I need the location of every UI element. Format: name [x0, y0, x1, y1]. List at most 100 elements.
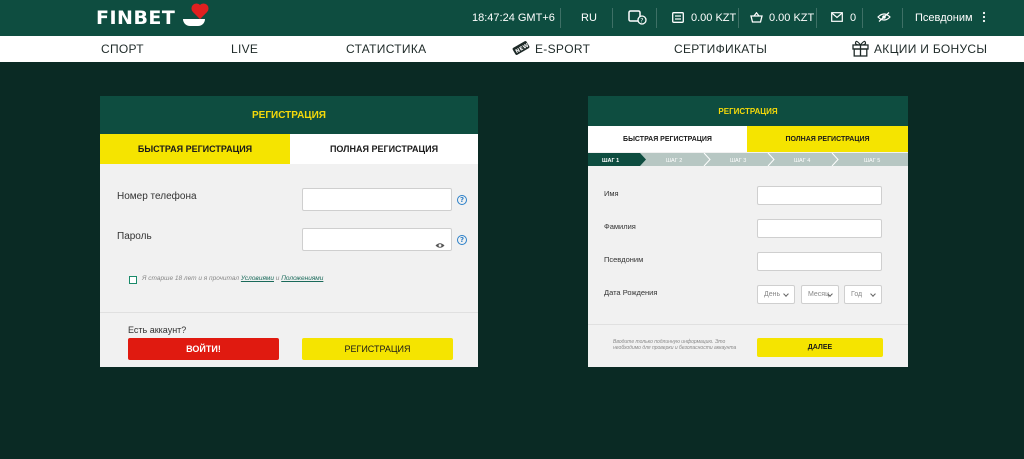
dob-year-select[interactable]: Год	[844, 285, 882, 304]
full-registration-card: Регистрация Быстрая регистрация Полная р…	[588, 96, 908, 367]
main-nav: Спорт LIVE Статистика NEW E-SPORT Сертиф…	[0, 36, 1024, 62]
mail-icon	[831, 12, 845, 24]
step-5: ШАГ 5	[864, 158, 880, 164]
step-3: ШАГ 3	[730, 158, 746, 164]
step-progress-bar: ШАГ 1 ШАГ 2 ШАГ 3 ШАГ 4 ШАГ 5	[588, 153, 908, 166]
clock: 18:47:24 GMT+6	[472, 0, 555, 36]
wallet-refresh-icon: ?	[628, 9, 648, 28]
balance-main-value: 0.00 KZT	[691, 12, 737, 24]
basket-icon	[750, 11, 764, 24]
clock-text: 18:47:24 GMT+6	[472, 12, 555, 24]
divider	[862, 8, 863, 28]
nav-item-live[interactable]: LIVE	[231, 36, 258, 62]
username: Псевдоним	[915, 12, 973, 24]
terms-link[interactable]: Условиями	[241, 275, 274, 282]
nav-item-label: LIVE	[231, 42, 259, 56]
divider	[612, 8, 613, 28]
conditions-link[interactable]: Положениями	[281, 275, 323, 282]
divider	[560, 8, 561, 28]
nickname-input[interactable]	[757, 252, 882, 271]
chevron-down-icon	[870, 291, 876, 297]
tab-label: Быстрая регистрация	[623, 135, 712, 143]
nav-item-certificates[interactable]: Сертификаты	[674, 36, 767, 62]
gift-icon	[851, 39, 870, 60]
new-badge-icon: NEW	[512, 40, 530, 59]
tab-label: Полная регистрация	[329, 144, 439, 154]
agree-text: Я старше 18 лет и я прочитал Условиями и…	[142, 275, 323, 282]
divider	[588, 324, 908, 325]
balance-bonus[interactable]: 0.00 KZT	[750, 0, 814, 36]
divider	[100, 312, 478, 313]
balance-main[interactable]: 0.00 KZT	[672, 0, 736, 36]
card-title-text: Регистрация	[252, 109, 326, 121]
step-2: ШАГ 2	[666, 158, 682, 164]
info-note: Вводите только подлинную информацию. Это…	[613, 339, 737, 351]
name-label: Имя	[604, 189, 619, 198]
tab-label: Быстрая регистрация	[137, 144, 253, 154]
step-4: ШАГ 4	[794, 158, 810, 164]
eye-off-icon	[877, 11, 891, 25]
chevron-down-icon	[783, 291, 789, 297]
card-title: Регистрация	[100, 96, 478, 134]
nav-item-label: Сертификаты	[674, 42, 768, 56]
dob-month-select[interactable]: Месяц	[801, 285, 839, 304]
nav-item-promotions[interactable]: Акции и бонусы	[851, 36, 987, 62]
logo[interactable]: FINBET	[96, 4, 211, 30]
dob-year-value: Год	[851, 291, 863, 298]
hide-balance-button[interactable]	[877, 0, 891, 36]
nickname-label: Псевдоним	[604, 255, 644, 264]
divider	[902, 8, 903, 28]
dob-label: Дата Рождения	[604, 288, 658, 297]
divider	[656, 8, 657, 28]
nav-item-statistics[interactable]: Статистика	[346, 36, 426, 62]
password-help-icon[interactable]: ?	[457, 235, 467, 245]
step-1: ШАГ 1	[602, 158, 619, 164]
nav-item-label: Спорт	[101, 42, 144, 56]
tab-full-registration[interactable]: Полная регистрация	[747, 126, 908, 152]
nav-item-sport[interactable]: Спорт	[101, 36, 144, 62]
dob-day-value: День	[764, 291, 781, 298]
messages-button[interactable]: 0	[831, 0, 856, 36]
divider	[738, 8, 739, 28]
language-selector[interactable]: RU	[581, 0, 597, 36]
agree-text-part: Я старше 18 лет и я прочитал	[142, 275, 241, 282]
next-button[interactable]: Далее	[757, 338, 883, 357]
top-bar: FINBET 18:47:24 GMT+6 RU ? 0.00 KZT 0.00…	[0, 0, 1024, 36]
nav-item-esport[interactable]: NEW E-SPORT	[512, 36, 590, 62]
dob-month-value: Месяц	[808, 291, 830, 298]
divider	[816, 8, 817, 28]
heart-hand-icon	[181, 4, 211, 29]
nav-item-label: Акции и бонусы	[874, 42, 988, 56]
register-button[interactable]: Регистрация	[302, 338, 453, 360]
messages-count: 0	[850, 12, 857, 24]
phone-help-icon[interactable]: ?	[457, 195, 467, 205]
balance-bonus-value: 0.00 KZT	[769, 12, 815, 24]
password-input[interactable]	[302, 228, 452, 251]
dob-day-select[interactable]: День	[757, 285, 795, 304]
register-button-label: Регистрация	[344, 344, 411, 354]
login-button[interactable]: Войти!	[128, 338, 279, 360]
card-title-text: Регистрация	[718, 106, 778, 116]
esport-badge-text: NEW	[515, 42, 530, 54]
have-account-label: Есть аккаунт?	[128, 325, 187, 335]
nav-item-label: Статистика	[346, 42, 427, 56]
phone-label: Номер телефона	[117, 191, 197, 202]
next-button-label: Далее	[807, 344, 833, 351]
deposit-button[interactable]: ?	[628, 0, 648, 36]
tab-full-registration[interactable]: Полная регистрация	[290, 134, 478, 164]
card-title: Регистрация	[588, 96, 908, 126]
quick-registration-card: Регистрация Быстрая регистрация Полная р…	[100, 96, 478, 367]
name-input[interactable]	[757, 186, 882, 205]
wallet-icon	[672, 12, 686, 24]
phone-input[interactable]	[302, 188, 452, 211]
language-label: RU	[581, 12, 597, 24]
show-password-icon[interactable]	[435, 236, 445, 254]
more-vertical-icon	[982, 11, 986, 26]
user-menu[interactable]: Псевдоним	[915, 0, 986, 36]
tab-quick-registration[interactable]: Быстрая регистрация	[100, 134, 290, 164]
surname-label: Фамилия	[604, 222, 636, 231]
surname-input[interactable]	[757, 219, 882, 238]
logo-text: FINBET	[96, 7, 176, 29]
agree-checkbox[interactable]	[129, 276, 137, 284]
tab-quick-registration[interactable]: Быстрая регистрация	[588, 126, 747, 152]
